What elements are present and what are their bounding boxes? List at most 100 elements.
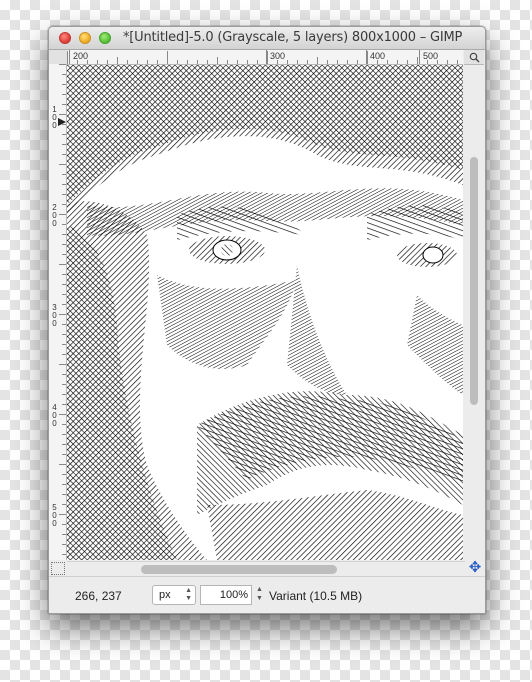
ruler-pointer-icon: [58, 118, 66, 126]
ruler-tick: [62, 484, 66, 485]
chevron-updown-icon: ▲ ▼: [185, 587, 192, 602]
ruler-tick: [367, 51, 368, 64]
ruler-tick: [62, 444, 66, 445]
ruler-tick: [59, 314, 66, 315]
ruler-tick: [427, 60, 428, 64]
ruler-tick: [407, 60, 408, 64]
ruler-tick: [62, 84, 66, 85]
ruler-tick: [237, 60, 238, 64]
ruler-tick: [157, 60, 158, 64]
ruler-tick: [62, 204, 66, 205]
ruler-tick: [257, 60, 258, 64]
ruler-tick: [62, 394, 66, 395]
vertical-scrollbar[interactable]: [466, 65, 482, 560]
ruler-tick: [277, 60, 278, 64]
ruler-tick: [59, 114, 66, 115]
ruler-v-label-digit: 0: [52, 219, 57, 228]
titlebar[interactable]: *[Untitled]-5.0 (Grayscale, 5 layers) 80…: [49, 27, 485, 50]
ruler-tick: [347, 60, 348, 64]
vertical-ruler[interactable]: 100200300400500: [49, 64, 67, 560]
unit-value: px: [159, 589, 171, 601]
ruler-tick: [59, 464, 66, 465]
ruler-tick: [107, 60, 108, 64]
ruler-tick: [67, 51, 68, 64]
ruler-major-tick: [366, 50, 367, 64]
ruler-tick: [59, 514, 66, 515]
ruler-tick: [457, 60, 458, 64]
ruler-tick: [59, 64, 66, 65]
ruler-tick: [62, 174, 66, 175]
statusbar: 266, 237 px ▲ ▼ 100% ▲ ▼ Variant (10.5 MB): [49, 576, 485, 613]
ruler-tick: [62, 524, 66, 525]
status-message: Variant (10.5 MB): [269, 589, 363, 603]
ruler-tick: [62, 134, 66, 135]
ruler-tick: [62, 434, 66, 435]
ruler-tick: [62, 304, 66, 305]
ruler-tick: [327, 60, 328, 64]
navigate-icon[interactable]: ✥: [467, 560, 483, 575]
ruler-tick: [62, 334, 66, 335]
ruler-tick: [307, 60, 308, 64]
ruler-v-label-digit: 0: [52, 319, 57, 328]
ruler-tick: [62, 424, 66, 425]
ruler-tick: [62, 224, 66, 225]
horizontal-scrollbar[interactable]: [67, 561, 465, 576]
ruler-tick: [62, 404, 66, 405]
ruler-tick: [217, 57, 218, 64]
ruler-tick: [62, 544, 66, 545]
ruler-tick: [62, 554, 66, 555]
ruler-tick: [62, 184, 66, 185]
ruler-tick: [62, 94, 66, 95]
ruler-tick: [62, 534, 66, 535]
ruler-tick: [377, 60, 378, 64]
ruler-tick: [62, 244, 66, 245]
close-button[interactable]: [59, 32, 71, 44]
ruler-tick: [62, 374, 66, 375]
ruler-v-label-digit: 0: [52, 519, 57, 528]
ruler-tick: [97, 60, 98, 64]
unit-selector[interactable]: px ▲ ▼: [152, 585, 196, 605]
horizontal-scroll-thumb[interactable]: [141, 565, 337, 574]
ruler-tick: [62, 234, 66, 235]
horizontal-ruler[interactable]: 200 300 400 500: [67, 50, 463, 65]
ruler-tick: [207, 60, 208, 64]
ruler-tick: [87, 60, 88, 64]
ruler-tick: [59, 214, 66, 215]
ruler-tick: [147, 60, 148, 64]
ruler-tick: [77, 60, 78, 64]
ruler-tick: [59, 164, 66, 165]
ruler-tick: [62, 274, 66, 275]
zoom-navigation-icon[interactable]: [464, 50, 484, 65]
ruler-tick: [62, 74, 66, 75]
zoom-button[interactable]: [99, 32, 111, 44]
quick-mask-icon[interactable]: [51, 562, 65, 575]
ruler-v-label-digit: 0: [52, 121, 57, 130]
window-title: *[Untitled]-5.0 (Grayscale, 5 layers) 80…: [123, 30, 463, 45]
ruler-tick: [417, 57, 418, 64]
ruler-tick: [267, 51, 268, 64]
ruler-tick: [62, 324, 66, 325]
ruler-v-label-digit: 0: [52, 419, 57, 428]
image-canvas[interactable]: [67, 65, 463, 560]
zoom-input[interactable]: 100%: [200, 585, 252, 605]
ruler-tick: [62, 454, 66, 455]
zoom-value: 100%: [219, 589, 248, 601]
vertical-scroll-thumb[interactable]: [470, 157, 478, 405]
ruler-corner[interactable]: [49, 50, 67, 65]
ruler-tick: [117, 57, 118, 64]
ruler-tick: [62, 504, 66, 505]
ruler-tick: [137, 60, 138, 64]
ruler-tick: [387, 60, 388, 64]
zoom-stepper[interactable]: ▲ ▼: [253, 585, 266, 605]
ruler-tick: [62, 294, 66, 295]
ruler-tick: [62, 154, 66, 155]
ruler-major-tick: [266, 50, 267, 64]
ruler-tick: [397, 60, 398, 64]
ruler-tick: [247, 60, 248, 64]
minimize-button[interactable]: [79, 32, 91, 44]
ruler-tick: [317, 57, 318, 64]
ruler-major-tick: [419, 50, 420, 64]
ruler-tick: [62, 254, 66, 255]
ruler-tick: [62, 144, 66, 145]
ruler-tick: [62, 104, 66, 105]
